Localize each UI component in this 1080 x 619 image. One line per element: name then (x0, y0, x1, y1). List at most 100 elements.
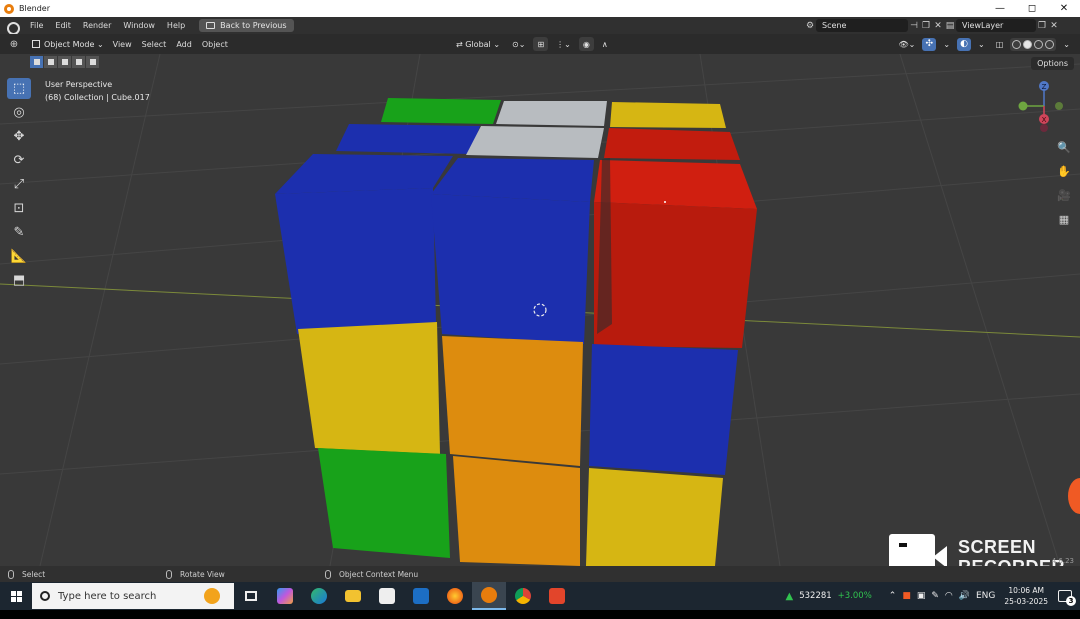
overlay-toggle[interactable]: ◐ (957, 37, 972, 51)
new-scene-icon[interactable]: ❐ (920, 20, 932, 32)
menu-add[interactable]: Add (171, 40, 197, 49)
wireframe-shading-button[interactable] (1012, 39, 1022, 49)
cube-top-back-center (496, 101, 607, 126)
scene-icon[interactable]: ⚙ (804, 20, 816, 32)
menu-object[interactable]: Object (197, 40, 233, 49)
measure-tool-icon[interactable]: 📐 (7, 246, 31, 267)
camera-tray-icon[interactable]: ▣ (917, 591, 926, 601)
pen-icon[interactable]: ✎ (931, 591, 939, 601)
wifi-icon[interactable]: ◠ (945, 591, 953, 601)
taskbar-search[interactable]: Type here to search (32, 583, 234, 609)
editor-type-icon[interactable]: ⊕ (6, 37, 22, 51)
neg-x-axis-icon[interactable] (1040, 124, 1048, 132)
select-extend-button[interactable] (44, 56, 57, 68)
shading-dropdown[interactable]: ⌄ (1059, 37, 1074, 51)
menu-window[interactable]: Window (117, 17, 161, 34)
rotate-tool-icon[interactable]: ⟳ (7, 150, 31, 171)
close-button[interactable]: ✕ (1048, 0, 1080, 17)
menu-render[interactable]: Render (77, 17, 117, 34)
overlay-dropdown[interactable]: ⌄ (974, 37, 989, 51)
select-box-tool-icon[interactable]: ⬚ (7, 78, 31, 99)
new-view-layer-icon[interactable]: ❐ (1036, 20, 1048, 32)
blender-taskbar-icon[interactable] (472, 582, 506, 610)
status-select: Select (8, 566, 45, 582)
camera-icon[interactable]: 🎥 (1055, 186, 1073, 204)
recorder-tray-icon[interactable]: ■ (902, 591, 911, 601)
recorder-camera-icon (889, 534, 947, 566)
version-label: 4.6.23 (1051, 557, 1074, 565)
clock[interactable]: 10:06 AM 25-03-2025 (1004, 585, 1048, 607)
select-intersect-button[interactable] (86, 56, 99, 68)
orientation-dropdown[interactable]: ⇄ Global ⌄ (452, 37, 504, 51)
view-layer-icon[interactable]: ▤ (944, 20, 956, 32)
snap-target-dropdown[interactable]: ⋮⌄ (552, 37, 575, 51)
chevron-up-icon[interactable]: ⌃ (889, 591, 897, 601)
navigation-gizmo[interactable]: Z X (1013, 80, 1065, 132)
x-axis-label: X (1042, 116, 1047, 124)
menu-select[interactable]: Select (137, 40, 172, 49)
material-shading-button[interactable] (1034, 39, 1044, 49)
scene-field[interactable]: Scene (816, 19, 908, 32)
add-cube-tool-icon[interactable]: ⬒ (7, 270, 31, 291)
select-subtract-button[interactable] (58, 56, 71, 68)
outlook-icon[interactable] (404, 582, 438, 610)
3d-viewport[interactable]: Options User Perspective (68) Collection… (0, 54, 1080, 566)
falloff-icon[interactable]: ∧ (598, 37, 612, 51)
minimize-button[interactable]: — (984, 0, 1016, 17)
language-indicator[interactable]: ENG (976, 591, 995, 601)
cube-face-orange-bottom (453, 456, 580, 566)
menu-help[interactable]: Help (161, 17, 191, 34)
menu-edit[interactable]: Edit (49, 17, 77, 34)
y-axis-icon[interactable] (1018, 101, 1028, 111)
xray-toggle[interactable]: ◫ (992, 37, 1008, 51)
volume-icon[interactable]: 🔊 (959, 591, 970, 601)
recorder-line2: RECORDER (958, 557, 1065, 566)
cursor-tool-icon[interactable]: ◎ (7, 102, 31, 123)
move-tool-icon[interactable]: ✥ (7, 126, 31, 147)
delete-scene-icon[interactable]: ✕ (932, 20, 944, 32)
gizmo-toggle[interactable]: ✣ (922, 37, 937, 51)
proportional-edit-toggle[interactable]: ◉ (578, 37, 594, 51)
mode-dropdown[interactable]: Object Mode ⌄ (28, 37, 108, 51)
menu-file[interactable]: File (24, 17, 49, 34)
pin-icon[interactable]: ⊣ (908, 20, 920, 32)
scale-tool-icon[interactable]: ⤢ (7, 174, 31, 195)
maximize-button[interactable]: ◻ (1016, 0, 1048, 17)
ortho-grid-icon[interactable]: ▦ (1055, 210, 1073, 228)
visibility-dropdown[interactable]: 👁⌄ (894, 37, 919, 51)
pan-hand-icon[interactable]: ✋ (1055, 162, 1073, 180)
clock-date: 25-03-2025 (1004, 597, 1048, 606)
options-button[interactable]: Options (1031, 57, 1074, 70)
select-new-button[interactable] (30, 56, 43, 68)
cube-top-mid-left (336, 124, 480, 154)
rendered-shading-button[interactable] (1045, 39, 1055, 49)
transform-tool-icon[interactable]: ⊡ (7, 198, 31, 219)
task-view-icon[interactable] (234, 582, 268, 610)
recorder-taskbar-icon[interactable] (540, 582, 574, 610)
neg-y-axis-icon[interactable] (1055, 102, 1063, 110)
right-mouse-icon (325, 569, 331, 579)
back-to-previous-button[interactable]: Back to Previous (199, 19, 294, 32)
pivot-point-dropdown[interactable]: ⊙⌄ (508, 37, 529, 51)
menu-view[interactable]: View (108, 40, 137, 49)
store-icon[interactable] (370, 582, 404, 610)
gizmo-dropdown[interactable]: ⌄ (939, 37, 954, 51)
stock-widget[interactable]: ▲ 532281 +3.00% (786, 591, 872, 602)
recorder-label: SCREEN RECORDER (958, 537, 1065, 566)
view-layer-field[interactable]: ViewLayer (956, 19, 1036, 32)
file-explorer-icon[interactable] (336, 582, 370, 610)
snap-toggle[interactable]: ⊞ (533, 37, 549, 51)
chevron-down-icon: ⌄ (490, 39, 501, 49)
delete-view-layer-icon[interactable]: ✕ (1048, 20, 1060, 32)
edge-icon[interactable] (302, 582, 336, 610)
zoom-icon[interactable]: 🔍 (1055, 138, 1073, 156)
notifications-icon[interactable]: 3 (1058, 590, 1076, 606)
annotate-tool-icon[interactable]: ✎ (7, 222, 31, 243)
copilot-icon[interactable] (268, 582, 302, 610)
firefox-icon[interactable] (438, 582, 472, 610)
select-invert-button[interactable] (72, 56, 85, 68)
solid-shading-button[interactable] (1023, 39, 1033, 49)
blender-menu-icon[interactable] (6, 20, 20, 35)
chrome-icon[interactable] (506, 582, 540, 610)
start-button[interactable] (0, 582, 32, 610)
